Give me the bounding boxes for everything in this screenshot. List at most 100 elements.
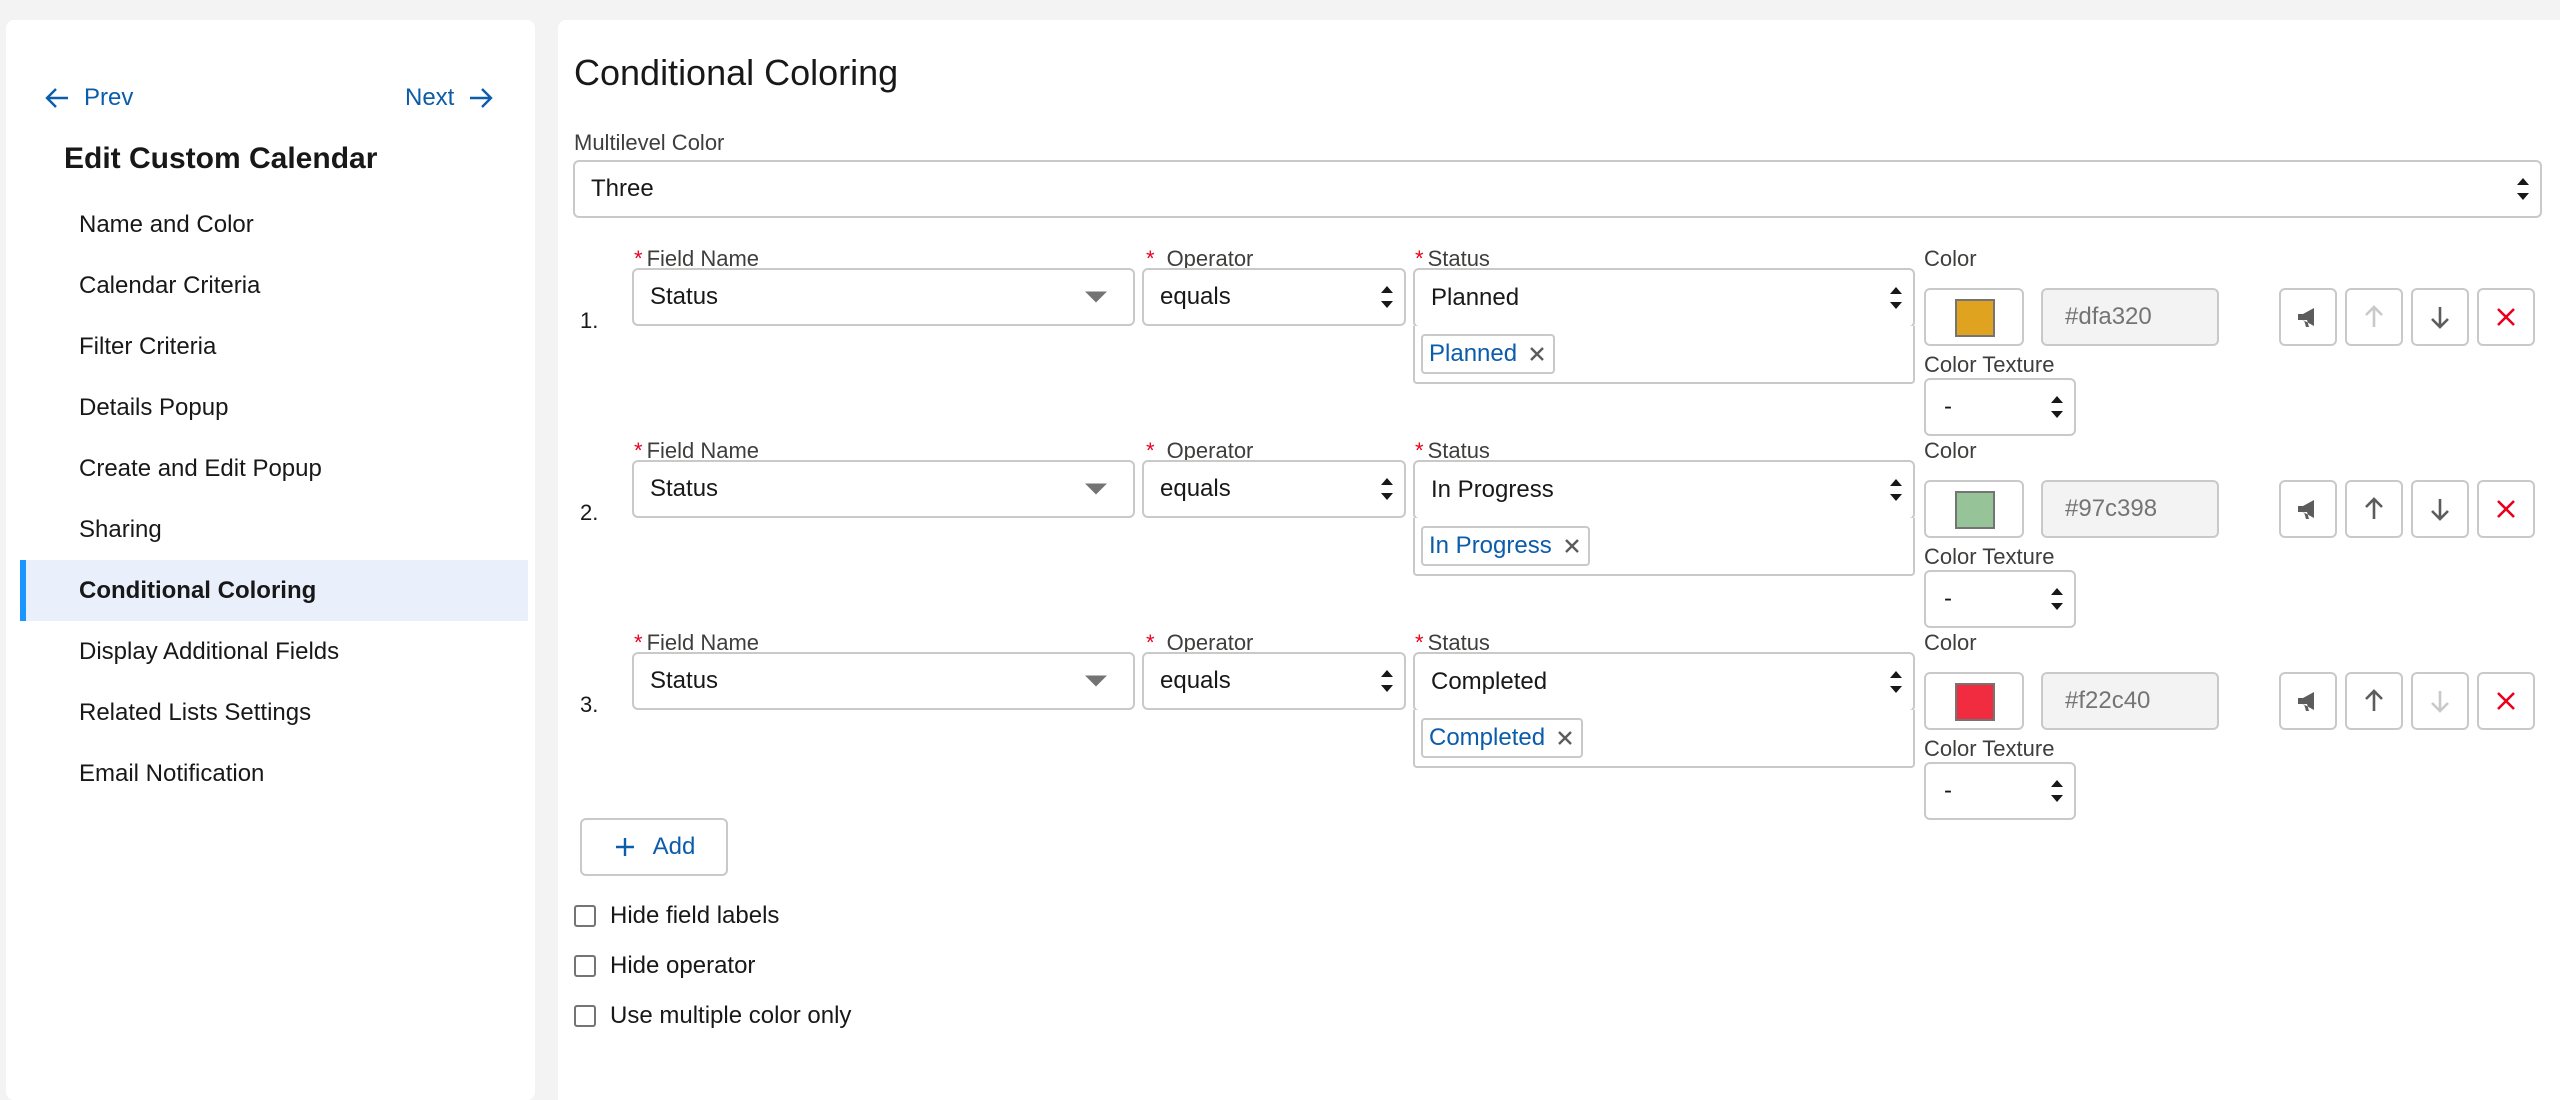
multilevel-color-value: Three: [591, 175, 654, 202]
operator-value: equals: [1160, 667, 1231, 694]
arrow-up-icon: [2365, 497, 2383, 519]
sidebar: Prev Next Edit Custom Calendar Name and …: [6, 20, 535, 1100]
status-select[interactable]: In Progress: [1413, 460, 1915, 520]
sidebar-item-display-additional-fields[interactable]: Display Additional Fields: [20, 621, 528, 682]
status-pill: Completed: [1421, 718, 1584, 758]
spinner-icon: [2051, 588, 2063, 610]
status-value: Planned: [1431, 284, 1520, 311]
color-texture-select[interactable]: -: [1924, 762, 2076, 820]
move-down-button[interactable]: [2411, 672, 2469, 730]
next-link[interactable]: Next: [405, 84, 494, 112]
announce-button[interactable]: [2279, 480, 2337, 538]
spinner-icon: [2517, 178, 2529, 200]
hide-field-labels-checkbox[interactable]: [574, 905, 596, 927]
rule-row-2: 2. * Field Name Status * Operator equals *…: [558, 438, 2560, 628]
color-label: Color: [1924, 438, 1977, 463]
announce-button[interactable]: [2279, 672, 2337, 730]
color-label: Color: [1924, 246, 1977, 271]
sidebar-item-related-lists-settings[interactable]: Related Lists Settings: [20, 682, 528, 743]
status-pill-label: Planned: [1429, 340, 1518, 367]
add-label: Add: [652, 833, 696, 860]
sidebar-item-email-notification[interactable]: Email Notification: [20, 743, 528, 804]
status-select[interactable]: Completed: [1413, 652, 1915, 712]
chevron-down-icon: [1085, 675, 1107, 687]
status-pill: Planned: [1421, 334, 1556, 374]
move-up-button[interactable]: [2345, 288, 2403, 346]
color-hex-input[interactable]: #f22c40: [2041, 672, 2219, 730]
close-icon[interactable]: [1555, 728, 1575, 748]
rule-number: 2.: [580, 500, 599, 525]
status-select[interactable]: Planned: [1413, 268, 1915, 328]
use-multiple-color-only-label: Use multiple color only: [610, 1002, 852, 1029]
use-multiple-color-only-option: Use multiple color only: [574, 1002, 851, 1030]
megaphone-icon: [2298, 308, 2314, 327]
operator-select[interactable]: equals: [1142, 652, 1406, 710]
sidebar-nav: Name and Color Calendar Criteria Filter …: [20, 194, 528, 804]
sidebar-item-name-and-color[interactable]: Name and Color: [20, 194, 528, 255]
hide-operator-checkbox[interactable]: [574, 955, 596, 977]
color-hex-input[interactable]: #dfa320: [2041, 288, 2219, 346]
field-name-select[interactable]: Status: [632, 652, 1135, 710]
color-texture-select[interactable]: -: [1924, 570, 2076, 628]
sidebar-item-details-popup[interactable]: Details Popup: [20, 377, 528, 438]
delete-rule-button[interactable]: [2477, 480, 2535, 538]
status-pill: In Progress: [1421, 526, 1590, 566]
sidebar-item-filter-criteria[interactable]: Filter Criteria: [20, 316, 528, 377]
chevron-down-icon: [1085, 291, 1107, 303]
color-hex-input[interactable]: #97c398: [2041, 480, 2219, 538]
chevron-down-icon: [1085, 483, 1107, 495]
move-up-button[interactable]: [2345, 480, 2403, 538]
field-name-select[interactable]: Status: [632, 460, 1135, 518]
color-picker-button[interactable]: [1924, 480, 2024, 538]
operator-select[interactable]: equals: [1142, 460, 1406, 518]
operator-select[interactable]: equals: [1142, 268, 1406, 326]
add-rule-button[interactable]: Add: [580, 818, 728, 876]
move-up-button[interactable]: [2345, 672, 2403, 730]
close-icon: [2497, 500, 2515, 518]
status-value: In Progress: [1431, 476, 1554, 503]
color-picker-button[interactable]: [1924, 672, 2024, 730]
delete-rule-button[interactable]: [2477, 288, 2535, 346]
close-icon[interactable]: [1527, 344, 1547, 364]
move-down-button[interactable]: [2411, 288, 2469, 346]
megaphone-icon: [2298, 692, 2314, 711]
prev-label: Prev: [84, 84, 134, 111]
sidebar-item-conditional-coloring[interactable]: Conditional Coloring: [20, 560, 528, 621]
sidebar-item-create-and-edit-popup[interactable]: Create and Edit Popup: [20, 438, 528, 499]
arrow-left-icon: [45, 88, 68, 108]
spinner-icon: [1381, 286, 1393, 308]
next-label: Next: [405, 84, 455, 111]
sidebar-item-calendar-criteria[interactable]: Calendar Criteria: [20, 255, 528, 316]
color-texture-value: -: [1944, 585, 1952, 612]
prev-link[interactable]: Prev: [44, 84, 133, 112]
color-picker-button[interactable]: [1924, 288, 2024, 346]
spinner-icon: [1381, 670, 1393, 692]
arrow-down-icon: [2431, 499, 2449, 521]
close-icon: [2497, 692, 2515, 710]
delete-rule-button[interactable]: [2477, 672, 2535, 730]
spinner-icon: [1890, 671, 1902, 693]
arrow-up-icon: [2365, 305, 2383, 327]
color-swatch: [1955, 683, 1995, 721]
move-down-button[interactable]: [2411, 480, 2469, 538]
arrow-down-icon: [2431, 307, 2449, 329]
status-value: Completed: [1431, 668, 1548, 695]
arrow-down-icon: [2431, 691, 2449, 713]
color-texture-value: -: [1944, 393, 1952, 420]
spinner-icon: [2051, 396, 2063, 418]
announce-button[interactable]: [2279, 288, 2337, 346]
close-icon[interactable]: [1562, 536, 1582, 556]
megaphone-icon: [2298, 500, 2314, 519]
status-pill-container: In Progress: [1413, 518, 1915, 576]
color-texture-value: -: [1944, 777, 1952, 804]
sidebar-item-sharing[interactable]: Sharing: [20, 499, 528, 560]
page-title: Conditional Coloring: [574, 52, 899, 93]
color-texture-label: Color Texture: [1924, 352, 2055, 377]
multilevel-color-select[interactable]: Three: [573, 160, 2542, 218]
hide-field-labels-option: Hide field labels: [574, 902, 779, 930]
color-swatch: [1955, 299, 1995, 337]
field-name-select[interactable]: Status: [632, 268, 1135, 326]
use-multiple-color-only-checkbox[interactable]: [574, 1005, 596, 1027]
color-texture-select[interactable]: -: [1924, 378, 2076, 436]
status-pill-container: Completed: [1413, 710, 1915, 768]
